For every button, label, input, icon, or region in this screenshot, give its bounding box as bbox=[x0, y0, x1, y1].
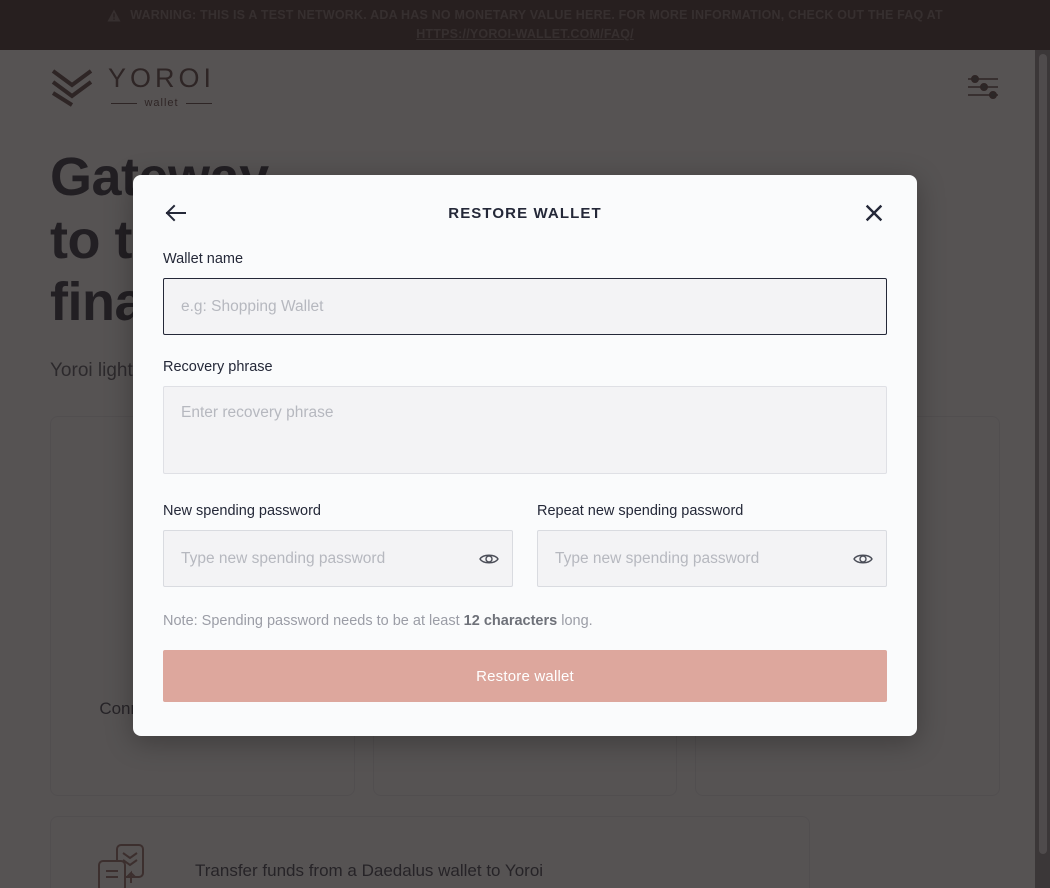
repeat-password-field-group: Repeat new spending password bbox=[537, 503, 887, 587]
new-password-wrapper bbox=[163, 530, 513, 587]
password-requirement-note: Note: Spending password needs to be at l… bbox=[163, 613, 887, 629]
new-password-input[interactable] bbox=[163, 530, 513, 587]
page-scrollbar[interactable] bbox=[1035, 50, 1050, 888]
new-password-label: New spending password bbox=[163, 503, 321, 519]
restore-wallet-dialog: RESTORE WALLET Wallet name Recovery phra… bbox=[133, 175, 917, 736]
scrollbar-thumb[interactable] bbox=[1039, 54, 1047, 854]
recovery-phrase-field-group: Recovery phrase bbox=[163, 359, 887, 479]
repeat-password-label: Repeat new spending password bbox=[537, 503, 744, 519]
wallet-name-input[interactable] bbox=[163, 278, 887, 335]
restore-wallet-submit-button[interactable]: Restore wallet bbox=[163, 650, 887, 702]
wallet-name-field-group: Wallet name bbox=[163, 251, 887, 335]
wallet-name-label: Wallet name bbox=[163, 251, 244, 267]
dialog-header: RESTORE WALLET bbox=[163, 175, 887, 251]
repeat-password-input[interactable] bbox=[537, 530, 887, 587]
repeat-password-wrapper bbox=[537, 530, 887, 587]
eye-icon[interactable] bbox=[852, 548, 874, 570]
close-icon[interactable] bbox=[861, 200, 887, 226]
note-suffix: long. bbox=[557, 613, 593, 629]
eye-icon[interactable] bbox=[478, 548, 500, 570]
note-strong: 12 characters bbox=[463, 613, 558, 629]
note-prefix: Note: Spending password needs to be at l… bbox=[163, 613, 464, 629]
arrow-left-icon[interactable] bbox=[163, 200, 189, 226]
recovery-phrase-label: Recovery phrase bbox=[163, 359, 273, 375]
password-fields-row: New spending password Repeat new spendin… bbox=[163, 503, 887, 587]
new-password-field-group: New spending password bbox=[163, 503, 513, 587]
recovery-phrase-input[interactable] bbox=[163, 386, 887, 474]
dialog-title: RESTORE WALLET bbox=[448, 204, 602, 222]
